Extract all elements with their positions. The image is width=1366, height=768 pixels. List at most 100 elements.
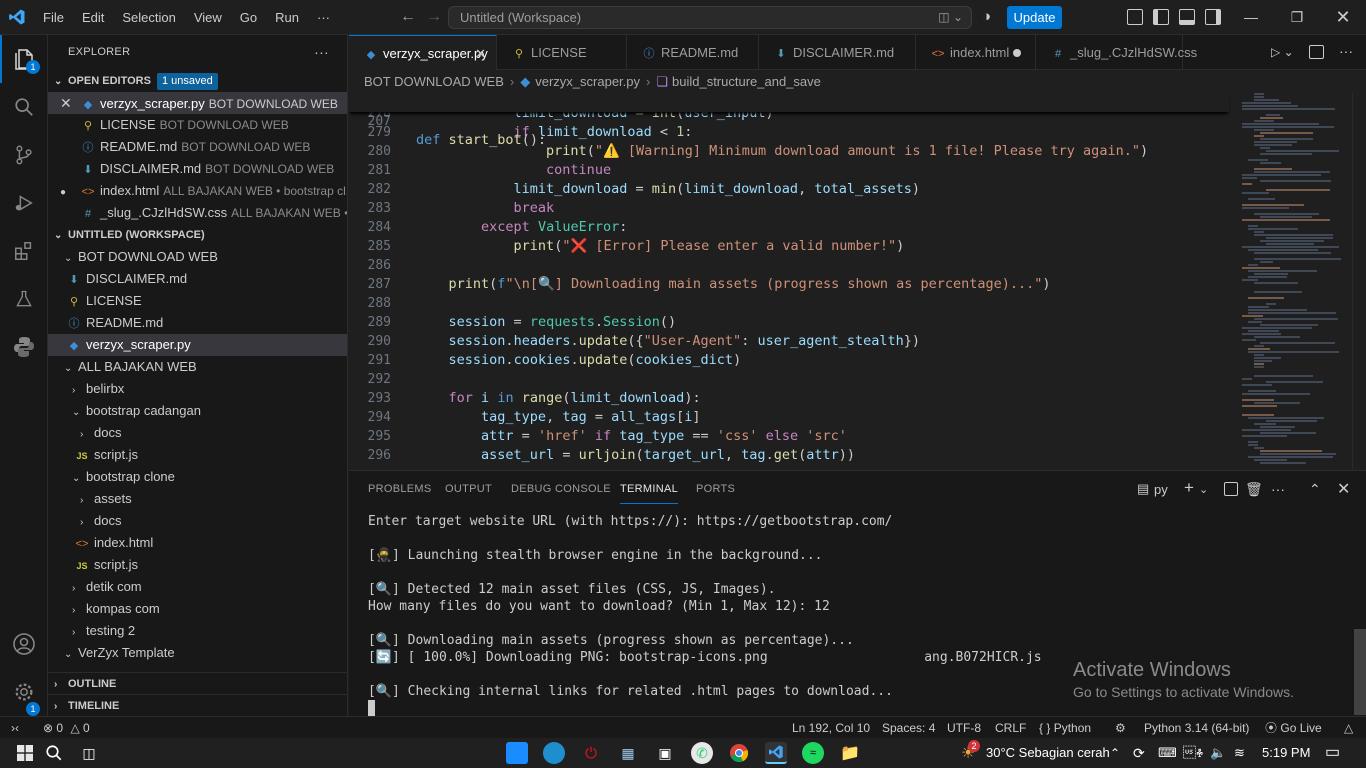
end-of-line[interactable]: CRLF bbox=[995, 717, 1026, 739]
python-icon[interactable] bbox=[0, 323, 48, 371]
sticky-scroll-line[interactable]: 207 def start_bot(): bbox=[349, 93, 1229, 148]
code-line[interactable]: 290 session.headers.update({"User-Agent"… bbox=[349, 332, 1366, 351]
tab-index-html[interactable]: <> index.html bbox=[916, 35, 1036, 70]
chevron-up-icon[interactable]: ⌃ bbox=[1110, 738, 1120, 768]
code-line[interactable]: 287 print(f"\n[🔍] Downloading main asset… bbox=[349, 275, 1366, 294]
restore-icon[interactable]: ❐ bbox=[1274, 0, 1320, 35]
tab-license[interactable]: ⚲ LICENSE bbox=[497, 35, 627, 70]
menu-edit[interactable]: Edit bbox=[73, 0, 113, 35]
encoding[interactable]: UTF-8 bbox=[947, 717, 981, 739]
source-control-icon[interactable] bbox=[0, 131, 48, 179]
chrome-icon[interactable] bbox=[728, 742, 750, 764]
search-icon[interactable] bbox=[0, 83, 48, 131]
indentation[interactable]: Spaces: 4 bbox=[882, 717, 935, 739]
problems-status[interactable]: ⊗ 0 △ 0 bbox=[43, 717, 90, 739]
code-line[interactable]: 293 for i in range(limit_download): bbox=[349, 389, 1366, 408]
timeline-header[interactable]: › TIMELINE bbox=[48, 694, 347, 716]
tree-file[interactable]: <> index.html bbox=[48, 532, 347, 554]
tree-folder[interactable]: › testing 2 bbox=[48, 620, 347, 642]
minimap[interactable] bbox=[1242, 93, 1352, 469]
notification-center-icon[interactable]: ▭ bbox=[1325, 738, 1340, 768]
code-line[interactable]: 284 except ValueError: bbox=[349, 218, 1366, 237]
open-editor-item[interactable]: ⚲ LICENSE BOT DOWNLOAD WEB bbox=[48, 114, 347, 136]
run-python-icon[interactable]: ▷ ⌄ bbox=[1271, 45, 1294, 59]
tree-folder[interactable]: ⌄ bootstrap cadangan bbox=[48, 400, 347, 422]
vscode-taskbar-icon[interactable] bbox=[765, 742, 787, 764]
close-panel-icon[interactable]: ✕ bbox=[1337, 479, 1350, 499]
open-editor-item[interactable]: ✕ ◆ verzyx_scraper.py BOT DOWNLOAD WEB bbox=[48, 92, 347, 114]
spotify-icon[interactable]: ≈ bbox=[802, 742, 824, 764]
chevron-down-icon[interactable]: ⌄ bbox=[1199, 483, 1208, 496]
forward-arrow-icon[interactable]: → bbox=[422, 8, 446, 26]
tab-problems[interactable]: PROBLEMS bbox=[368, 471, 432, 507]
tab-output[interactable]: OUTPUT bbox=[445, 471, 492, 507]
extensions-icon[interactable] bbox=[0, 227, 48, 275]
code-line[interactable]: 291 session.cookies.update(cookies_dict) bbox=[349, 351, 1366, 370]
open-editor-item[interactable]: ● <> index.html ALL BAJAKAN WEB • bootstrap… bbox=[48, 180, 347, 202]
trash-icon[interactable]: 🗑 bbox=[1245, 481, 1263, 498]
menu-selection[interactable]: Selection bbox=[113, 0, 184, 35]
testing-flask-icon[interactable] bbox=[0, 275, 48, 323]
language-mode[interactable]: { } Python bbox=[1039, 717, 1091, 739]
run-debug-icon[interactable] bbox=[0, 179, 48, 227]
tree-folder[interactable]: › docs bbox=[48, 510, 347, 532]
code-line[interactable]: 281 continue bbox=[349, 161, 1366, 180]
outline-header[interactable]: › OUTLINE bbox=[48, 672, 347, 694]
open-editors-header[interactable]: ⌄ OPEN EDITORS 1 unsaved bbox=[48, 70, 347, 92]
unsaved-dot-icon[interactable] bbox=[1013, 49, 1021, 57]
customize-layout-icon[interactable] bbox=[1127, 9, 1143, 25]
update-button[interactable]: Update bbox=[1007, 6, 1062, 29]
settings-gear-icon[interactable] bbox=[0, 668, 48, 716]
power-app-icon[interactable]: ⏻ bbox=[580, 742, 602, 764]
tab-debug-console[interactable]: DEBUG CONSOLE bbox=[511, 471, 611, 507]
tree-folder[interactable]: ⌄ bootstrap clone bbox=[48, 466, 347, 488]
code-line[interactable]: 288 bbox=[349, 294, 1366, 313]
tree-folder[interactable]: › detik com bbox=[48, 576, 347, 598]
cursor-position[interactable]: Ln 192, Col 10 bbox=[792, 717, 870, 739]
back-arrow-icon[interactable]: ← bbox=[396, 8, 420, 26]
breadcrumb-file[interactable]: verzyx_scraper.py bbox=[535, 74, 640, 89]
menu-view[interactable]: View bbox=[185, 0, 231, 35]
tree-folder[interactable]: ⌄ ALL BAJAKAN WEB bbox=[48, 356, 347, 378]
new-terminal-icon[interactable]: + bbox=[1184, 478, 1194, 498]
copilot-chat-icon[interactable]: ◫ ⌄ bbox=[938, 7, 963, 28]
remote-icon[interactable]: ›‹ bbox=[0, 717, 30, 739]
toggle-panel-icon[interactable] bbox=[1179, 9, 1195, 25]
code-line[interactable]: 296 asset_url = urljoin(target_url, tag.… bbox=[349, 446, 1366, 465]
language-icon[interactable]: ♧ bbox=[1183, 738, 1203, 768]
tree-file[interactable]: ⚲ LICENSE bbox=[48, 290, 347, 312]
microsoft-store-icon[interactable] bbox=[506, 742, 528, 764]
notifications-bell-icon[interactable]: △ bbox=[1344, 717, 1353, 739]
editor-more-icon[interactable]: ··· bbox=[1339, 43, 1353, 59]
close-icon[interactable]: ✕ bbox=[475, 36, 486, 71]
toggle-primary-sidebar-icon[interactable] bbox=[1153, 9, 1169, 25]
tab-slug-css[interactable]: # _slug_.CJzlHdSW.css bbox=[1036, 35, 1197, 70]
tab-terminal[interactable]: TERMINAL bbox=[620, 471, 679, 504]
toggle-secondary-sidebar-icon[interactable] bbox=[1205, 9, 1221, 25]
weather-text[interactable]: 30°C Sebagian cerah bbox=[986, 738, 1110, 768]
panel-more-icon[interactable]: ··· bbox=[1271, 481, 1285, 497]
tree-file[interactable]: JS script.js bbox=[48, 444, 347, 466]
explorer-icon[interactable] bbox=[0, 35, 48, 83]
menu-go[interactable]: Go bbox=[231, 0, 266, 35]
unsaved-dot-icon[interactable]: ● bbox=[60, 182, 80, 202]
tree-file[interactable]: ⓘ README.md bbox=[48, 312, 347, 334]
wifi-icon[interactable]: ≋ bbox=[1234, 738, 1245, 768]
task-view-icon[interactable]: ◫ bbox=[78, 742, 100, 764]
close-window-icon[interactable]: ✕ bbox=[1320, 0, 1366, 35]
account-icon[interactable] bbox=[0, 620, 48, 668]
file-explorer-icon[interactable]: 📁 bbox=[839, 742, 861, 764]
editor-scrollbar[interactable] bbox=[1352, 93, 1366, 469]
menu-more[interactable]: ··· bbox=[308, 0, 339, 35]
tree-file[interactable]: ⬇ DISCLAIMER.md bbox=[48, 268, 347, 290]
code-line[interactable]: 283 break bbox=[349, 199, 1366, 218]
code-editor[interactable]: 207 def start_bot(): 278 limit_download … bbox=[349, 93, 1366, 469]
tab-disclaimer[interactable]: ⬇ DISCLAIMER.md bbox=[759, 35, 916, 70]
tree-folder[interactable]: › docs bbox=[48, 422, 347, 444]
code-line[interactable]: 286 bbox=[349, 256, 1366, 275]
command-center-search[interactable]: Untitled (Workspace) ◫ ⌄ bbox=[448, 6, 972, 29]
notes-app-icon[interactable]: ▣ bbox=[654, 742, 676, 764]
tree-folder[interactable]: ⌄ VerZyx Template bbox=[48, 642, 347, 664]
control-panel-icon[interactable]: ▦ bbox=[617, 742, 639, 764]
tree-folder[interactable]: ⌄ BOT DOWNLOAD WEB bbox=[48, 246, 347, 268]
